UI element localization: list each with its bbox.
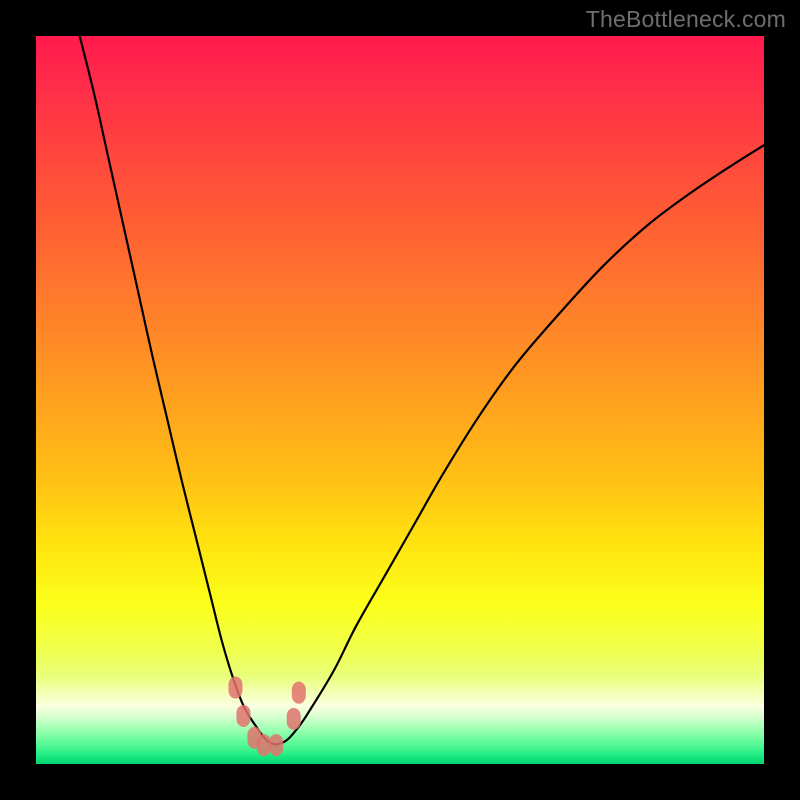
plot-area — [36, 36, 764, 764]
marker-bottom-3 — [269, 734, 283, 756]
curve-markers — [228, 677, 305, 757]
marker-right-start — [287, 708, 301, 730]
bottleneck-curve — [80, 36, 764, 744]
marker-bottom-2 — [257, 734, 271, 756]
curve-svg — [36, 36, 764, 764]
marker-right-up — [292, 682, 306, 704]
chart-frame: TheBottleneck.com — [0, 0, 800, 800]
marker-left-start — [228, 677, 242, 699]
watermark-text: TheBottleneck.com — [586, 6, 786, 33]
marker-left-mid — [236, 705, 250, 727]
